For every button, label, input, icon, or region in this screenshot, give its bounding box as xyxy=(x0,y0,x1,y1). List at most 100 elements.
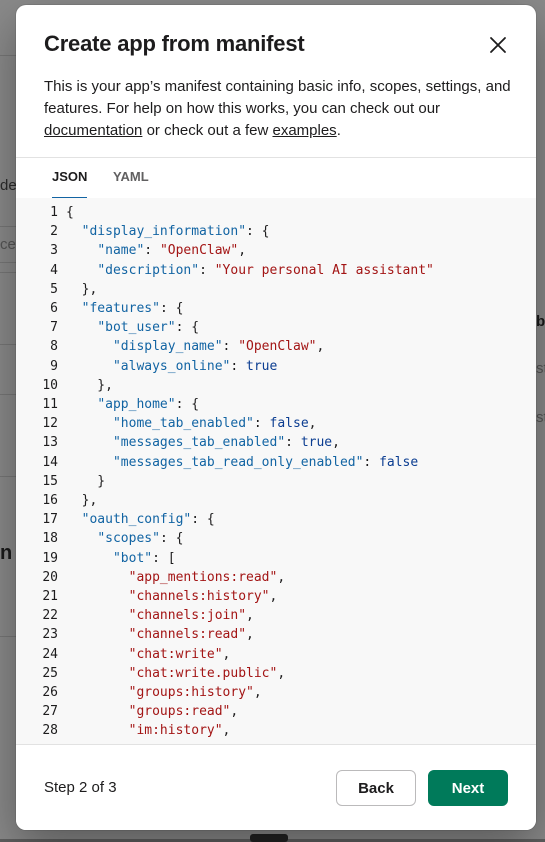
code-text: "bot_user": { xyxy=(66,318,199,337)
tab-json[interactable]: JSON xyxy=(52,158,88,199)
json-string: "groups:read" xyxy=(128,704,231,720)
code-line: 23 "channels:read", xyxy=(16,625,536,644)
json-key: "display_information" xyxy=(81,224,247,240)
line-number: 23 xyxy=(42,627,58,643)
modal-footer: Step 2 of 3 Back Next xyxy=(16,744,536,830)
manifest-code-editor[interactable]: 1{2 "display_information": {3 "name": "O… xyxy=(16,198,536,744)
code-line: 25 "chat:write.public", xyxy=(16,664,536,683)
code-text: "messages_tab_read_only_enabled": false xyxy=(66,453,418,472)
code-line: 2 "display_information": { xyxy=(16,222,536,241)
code-line: 12 "home_tab_enabled": false, xyxy=(16,414,536,433)
background-text: st xyxy=(536,409,545,426)
code-line: 15 } xyxy=(16,472,536,491)
json-punctuation: : xyxy=(363,454,380,470)
code-text: "channels:join", xyxy=(66,606,254,625)
line-number: 14 xyxy=(42,454,58,470)
json-punctuation xyxy=(66,685,129,700)
json-string: "OpenClaw" xyxy=(238,339,317,355)
code-text: "messages_tab_enabled": true, xyxy=(66,433,340,452)
code-line: 26 "groups:history", xyxy=(16,683,536,702)
json-punctuation: : xyxy=(253,416,270,432)
close-button[interactable] xyxy=(480,27,516,63)
code-line: 24 "chat:write", xyxy=(16,645,536,664)
examples-link[interactable]: examples xyxy=(272,122,336,139)
line-number: 16 xyxy=(42,493,58,508)
json-punctuation xyxy=(66,320,97,335)
code-line: 17 "oauth_config": { xyxy=(16,510,536,529)
line-number: 1 xyxy=(50,205,58,220)
json-boolean: false xyxy=(269,416,309,432)
line-number: 19 xyxy=(42,550,58,566)
back-button[interactable]: Back xyxy=(336,770,416,806)
code-text: "app_home": { xyxy=(66,395,199,414)
json-key: "messages_tab_enabled" xyxy=(112,435,286,451)
documentation-link[interactable]: documentation xyxy=(44,122,142,139)
line-number: 18 xyxy=(42,531,58,547)
line-number: 12 xyxy=(42,416,58,432)
code-line: 18 "scopes": { xyxy=(16,529,536,548)
line-number: 20 xyxy=(42,569,58,585)
tab-yaml[interactable]: YAML xyxy=(113,158,149,198)
json-boolean: true xyxy=(246,358,278,374)
line-number: 11 xyxy=(42,397,58,412)
json-punctuation: , xyxy=(246,627,254,643)
line-number: 26 xyxy=(42,685,58,700)
json-punctuation xyxy=(66,243,97,258)
create-app-modal: Create app from manifest This is your ap… xyxy=(16,5,536,830)
code-text: }, xyxy=(66,376,113,395)
code-line: 27 "groups:read", xyxy=(16,702,536,721)
next-button[interactable]: Next xyxy=(428,770,508,806)
json-punctuation: , xyxy=(253,685,262,700)
json-punctuation xyxy=(66,647,129,662)
json-string: "OpenClaw" xyxy=(159,243,239,259)
code-text: { xyxy=(66,203,74,222)
code-line: 22 "channels:join", xyxy=(16,606,536,625)
json-punctuation: : xyxy=(199,262,215,278)
json-string: "im:history" xyxy=(128,723,223,739)
json-punctuation: , xyxy=(238,243,247,259)
json-key: "features" xyxy=(81,301,160,316)
json-punctuation: : xyxy=(222,339,239,355)
code-text: "display_information": { xyxy=(66,222,270,241)
close-icon xyxy=(490,37,506,53)
background-text: de xyxy=(0,177,17,194)
modal-title: Create app from manifest xyxy=(44,31,305,56)
background-divider xyxy=(0,394,16,395)
json-punctuation: : { xyxy=(159,301,184,316)
json-punctuation xyxy=(66,416,113,431)
code-line: 5 }, xyxy=(16,280,536,299)
json-punctuation: : { xyxy=(159,531,184,547)
code-text: "channels:read", xyxy=(66,625,254,644)
code-text: "groups:read", xyxy=(66,702,239,721)
code-line: 1{ xyxy=(16,203,536,222)
line-number: 15 xyxy=(42,473,58,489)
json-punctuation: , xyxy=(308,416,317,432)
line-number: 8 xyxy=(50,339,58,355)
json-string: "Your personal AI assistant" xyxy=(214,262,434,278)
intro-text: or check out a few xyxy=(142,122,273,139)
code-text: "home_tab_enabled": false, xyxy=(66,414,317,433)
code-text: "bot": [ xyxy=(66,549,176,568)
background-divider xyxy=(0,226,16,227)
json-boolean: true xyxy=(300,435,333,451)
modal-description: This is your app’s manifest containing b… xyxy=(44,76,514,142)
json-string: "app_mentions:read" xyxy=(128,569,278,585)
json-punctuation: }, xyxy=(66,377,113,393)
step-indicator: Step 2 of 3 xyxy=(44,779,117,796)
code-text: "name": "OpenClaw", xyxy=(66,241,246,260)
modal-header: Create app from manifest xyxy=(16,5,536,85)
code-text: "oauth_config": { xyxy=(66,510,215,529)
json-key: "app_home" xyxy=(97,397,176,412)
background-divider xyxy=(0,262,16,263)
json-string: "chat:write" xyxy=(128,646,223,662)
code-text: "channels:history", xyxy=(66,587,278,606)
json-punctuation xyxy=(66,531,97,546)
json-key: "home_tab_enabled" xyxy=(112,416,254,432)
background-text: ce xyxy=(0,236,16,253)
background-divider xyxy=(0,636,16,637)
line-number: 10 xyxy=(42,377,58,393)
json-punctuation xyxy=(66,666,129,681)
code-text: }, xyxy=(66,280,98,299)
json-punctuation: , xyxy=(269,589,278,604)
line-number: 17 xyxy=(42,512,58,528)
